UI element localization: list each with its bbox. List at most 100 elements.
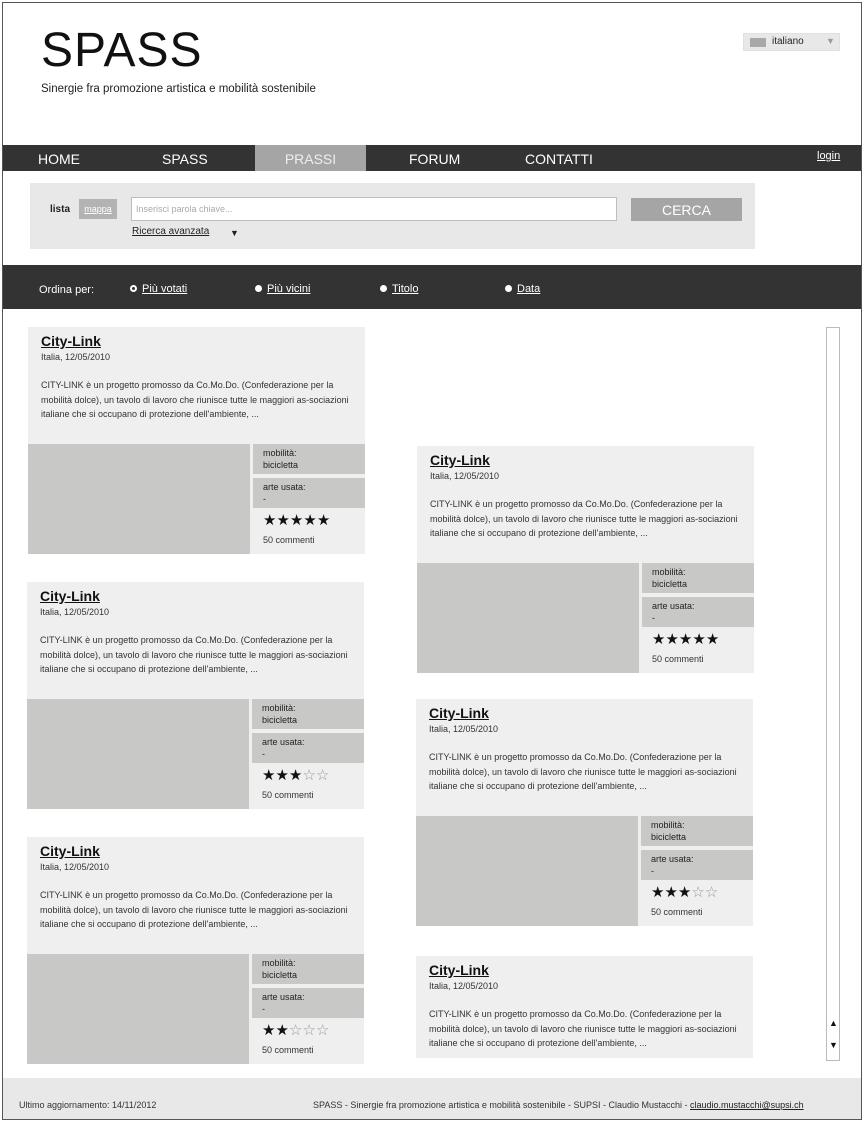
sort-option-date[interactable]: Data — [505, 283, 540, 295]
star-empty-icon[interactable]: ☆ — [316, 767, 329, 784]
rating-stars[interactable]: ★★★☆☆ — [651, 885, 718, 900]
card-title[interactable]: City-Link — [41, 333, 101, 349]
mobility-value: bicicletta — [262, 715, 298, 725]
sort-option-label: Data — [517, 283, 541, 295]
star-filled-icon[interactable]: ★ — [706, 631, 719, 648]
caret-down-icon[interactable]: ▼ — [230, 228, 239, 238]
comments-count[interactable]: 50 commenti — [263, 535, 315, 545]
star-filled-icon[interactable]: ★ — [275, 1022, 288, 1039]
star-empty-icon[interactable]: ☆ — [691, 884, 704, 901]
star-filled-icon[interactable]: ★ — [652, 631, 665, 648]
comments-count[interactable]: 50 commenti — [262, 790, 314, 800]
star-filled-icon[interactable]: ★ — [290, 512, 303, 529]
project-card[interactable]: City-Link Italia, 12/05/2010 CITY-LINK è u… — [28, 327, 365, 554]
art-label: arte usata: — [262, 992, 305, 1002]
star-filled-icon[interactable]: ★ — [263, 512, 276, 529]
search-button[interactable]: CERCA — [631, 198, 742, 221]
art-label: arte usata: — [262, 737, 305, 747]
project-card[interactable]: City-Link Italia, 12/05/2010 CITY-LINK è u… — [416, 956, 753, 1058]
rating-stars[interactable]: ★★★★★ — [652, 632, 719, 647]
art-value: - — [652, 613, 655, 623]
comments-count[interactable]: 50 commenti — [652, 654, 704, 664]
card-title[interactable]: City-Link — [429, 705, 489, 721]
sort-option-title[interactable]: Titolo — [380, 283, 419, 295]
mobility-value: bicicletta — [652, 579, 688, 589]
nav-contatti[interactable]: CONTATTI — [525, 145, 593, 171]
nav-forum[interactable]: FORUM — [409, 145, 460, 171]
advanced-search-link[interactable]: Ricerca avanzata — [132, 226, 209, 237]
project-card[interactable]: City-Link Italia, 12/05/2010 CITY-LINK è u… — [417, 446, 754, 673]
star-empty-icon[interactable]: ☆ — [705, 884, 718, 901]
sort-option-label: Più votati — [142, 283, 188, 295]
chevron-down-icon: ▼ — [826, 36, 835, 46]
mobility-value: bicicletta — [263, 460, 299, 470]
project-card[interactable]: City-Link Italia, 12/05/2010 CITY-LINK è u… — [27, 837, 364, 1064]
card-description: CITY-LINK è un progetto promosso da Co.M… — [430, 499, 738, 538]
star-filled-icon[interactable]: ★ — [262, 767, 275, 784]
sort-option-nearest[interactable]: Più vicini — [255, 283, 310, 295]
star-filled-icon[interactable]: ★ — [275, 767, 288, 784]
view-map-toggle[interactable]: mappa — [79, 199, 117, 219]
radio-icon — [255, 285, 262, 292]
mobility-tag: mobilità: bicicletta — [642, 563, 754, 593]
card-title[interactable]: City-Link — [429, 962, 489, 978]
star-filled-icon[interactable]: ★ — [317, 512, 330, 529]
star-filled-icon[interactable]: ★ — [651, 884, 664, 901]
star-empty-icon[interactable]: ☆ — [302, 767, 315, 784]
site-logo[interactable]: SPASS — [41, 23, 203, 78]
scroll-up-icon[interactable]: ▲ — [829, 1018, 838, 1028]
art-tag: arte usata: - — [252, 733, 364, 763]
art-value: - — [263, 494, 266, 504]
star-filled-icon[interactable]: ★ — [664, 884, 677, 901]
scroll-down-icon[interactable]: ▼ — [829, 1040, 838, 1050]
art-value: - — [651, 866, 654, 876]
card-image[interactable] — [28, 444, 250, 554]
scrollbar[interactable]: ▲ ▼ — [826, 327, 840, 1061]
rating-stars[interactable]: ★★★★★ — [263, 513, 330, 528]
language-label: italiano — [772, 36, 804, 47]
star-filled-icon[interactable]: ★ — [276, 512, 289, 529]
comments-count[interactable]: 50 commenti — [262, 1045, 314, 1055]
language-select[interactable]: italiano ▼ — [743, 33, 840, 51]
star-filled-icon[interactable]: ★ — [665, 631, 678, 648]
sort-option-most-voted[interactable]: Più votati — [130, 283, 187, 295]
card-meta: Italia, 12/05/2010 — [429, 981, 499, 991]
art-tag: arte usata: - — [252, 988, 364, 1018]
nav-spass[interactable]: SPASS — [162, 145, 208, 171]
card-title[interactable]: City-Link — [40, 588, 100, 604]
star-filled-icon[interactable]: ★ — [679, 631, 692, 648]
star-filled-icon[interactable]: ★ — [303, 512, 316, 529]
card-title[interactable]: City-Link — [40, 843, 100, 859]
star-empty-icon[interactable]: ☆ — [302, 1022, 315, 1039]
email-link[interactable]: claudio.mustacchi@supsi.ch — [690, 1100, 804, 1110]
card-image[interactable] — [27, 699, 249, 809]
card-image[interactable] — [417, 563, 639, 673]
nav-home[interactable]: HOME — [38, 145, 80, 171]
search-input[interactable]: Inserisci parola chiave... — [131, 197, 617, 221]
rating-stars[interactable]: ★★★☆☆ — [262, 768, 329, 783]
star-empty-icon[interactable]: ☆ — [289, 1022, 302, 1039]
project-card[interactable]: City-Link Italia, 12/05/2010 CITY-LINK è u… — [27, 582, 364, 809]
rating-stars[interactable]: ★★☆☆☆ — [262, 1023, 329, 1038]
comments-count[interactable]: 50 commenti — [651, 907, 703, 917]
project-card[interactable]: City-Link Italia, 12/05/2010 CITY-LINK è u… — [416, 699, 753, 926]
card-image[interactable] — [416, 816, 638, 926]
art-value: - — [262, 1004, 265, 1014]
star-empty-icon[interactable]: ☆ — [316, 1022, 329, 1039]
mobility-label: mobilità: — [263, 448, 297, 458]
nav-prassi[interactable]: PRASSI — [255, 145, 366, 171]
radio-icon — [505, 285, 512, 292]
art-tag: arte usata: - — [642, 597, 754, 627]
site-tagline: Sinergie fra promozione artistica e mobi… — [41, 83, 316, 95]
login-link[interactable]: login — [817, 145, 840, 171]
card-title[interactable]: City-Link — [430, 452, 490, 468]
star-filled-icon[interactable]: ★ — [678, 884, 691, 901]
art-tag: arte usata: - — [253, 478, 365, 508]
mobility-tag: mobilità: bicicletta — [252, 699, 364, 729]
view-list-toggle[interactable]: lista — [50, 204, 70, 215]
star-filled-icon[interactable]: ★ — [289, 767, 302, 784]
card-image[interactable] — [27, 954, 249, 1064]
star-filled-icon[interactable]: ★ — [692, 631, 705, 648]
footer: Ultimo aggiornamento: 14/11/2012 SPASS -… — [3, 1078, 861, 1119]
star-filled-icon[interactable]: ★ — [262, 1022, 275, 1039]
